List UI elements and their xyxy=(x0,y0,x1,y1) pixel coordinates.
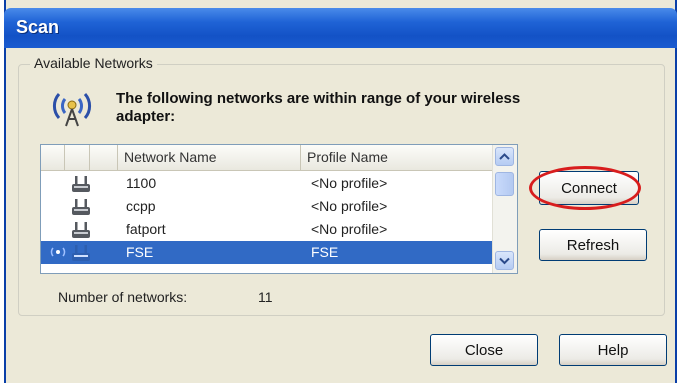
window-title: Scan xyxy=(16,17,60,37)
network-name: ccpp xyxy=(126,198,156,214)
wireless-router-icon xyxy=(72,245,90,261)
scroll-up-button[interactable] xyxy=(495,147,514,166)
network-count-label: Number of networks: xyxy=(58,289,188,305)
network-name: FSE xyxy=(126,244,154,260)
networks-list[interactable]: Network Name Profile Name 1100 <No profi… xyxy=(40,144,518,274)
header-icon-column[interactable] xyxy=(41,145,65,170)
scroll-down-button[interactable] xyxy=(495,251,514,270)
column-header-network-name[interactable]: Network Name xyxy=(118,145,301,170)
instruction-heading: The following networks are within range … xyxy=(116,90,521,125)
close-button[interactable]: Close xyxy=(430,334,538,366)
group-label: Available Networks xyxy=(30,55,157,71)
wireless-antenna-icon xyxy=(52,93,92,127)
network-name: fatport xyxy=(126,221,166,237)
header-status-column[interactable] xyxy=(90,145,118,170)
vertical-scrollbar[interactable] xyxy=(492,145,517,273)
table-row[interactable]: ccpp <No profile> xyxy=(41,195,493,218)
help-button[interactable]: Help xyxy=(559,334,667,366)
profile-name: FSE xyxy=(311,244,339,260)
network-count-value: 11 xyxy=(258,289,273,305)
list-header: Network Name Profile Name xyxy=(41,145,493,171)
column-header-profile-name[interactable]: Profile Name xyxy=(301,145,493,170)
chevron-up-icon xyxy=(499,153,510,160)
refresh-button[interactable]: Refresh xyxy=(539,229,647,261)
chevron-down-icon xyxy=(499,257,510,265)
profile-name: <No profile> xyxy=(311,198,388,214)
profile-name: <No profile> xyxy=(311,175,388,191)
profile-name: <No profile> xyxy=(311,221,388,237)
table-row[interactable]: fatport <No profile> xyxy=(41,218,493,241)
connect-button[interactable]: Connect xyxy=(539,171,639,205)
signal-strength-icon xyxy=(50,247,66,257)
table-row-selected[interactable]: FSE FSE xyxy=(41,241,493,264)
title-bar[interactable]: Scan xyxy=(4,8,677,48)
wireless-router-icon xyxy=(72,199,90,215)
wireless-router-icon xyxy=(72,222,90,238)
scroll-thumb[interactable] xyxy=(495,172,514,196)
network-name: 1100 xyxy=(126,175,157,191)
header-signal-column[interactable] xyxy=(65,145,90,170)
table-row[interactable]: 1100 <No profile> xyxy=(41,172,493,195)
wireless-router-icon xyxy=(72,176,90,192)
